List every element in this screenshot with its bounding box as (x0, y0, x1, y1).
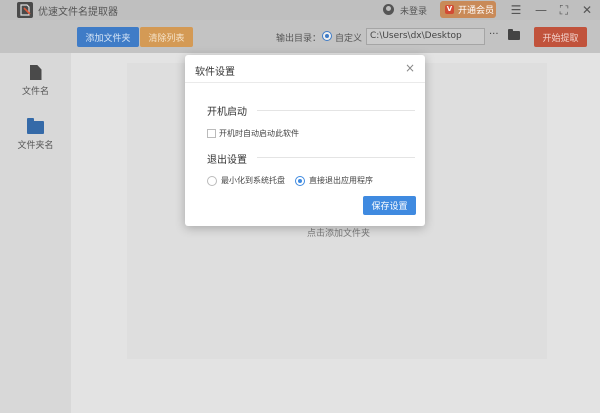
output-dir-label: 输出目录： (276, 34, 322, 44)
toolbar: 添加文件夹 清除列表 输出目录： 自定义 C:\Users\dx\Desktop… (0, 20, 600, 53)
exit-app-radio[interactable] (295, 176, 305, 186)
settings-dialog: 软件设置 × 开机启动 开机时自动启动此软件 退出设置 最小化到系统托盘 直接退… (185, 55, 425, 226)
exit-app-label[interactable]: 直接退出应用程序 (309, 175, 373, 186)
title-bar: 优速文件名提取器 未登录 V 开通会员 ☰ — ⛶ ✕ (0, 0, 600, 20)
custom-output-radio[interactable] (322, 31, 332, 41)
exit-section-title: 退出设置 (207, 155, 247, 166)
sidebar-item-filename[interactable]: 文件名 (0, 65, 71, 97)
close-icon[interactable]: ✕ (576, 0, 598, 20)
start-extract-button[interactable]: 开始提取 (534, 27, 587, 47)
dialog-title: 软件设置 (195, 67, 235, 78)
sidebar-item-label: 文件夹名 (17, 141, 54, 151)
vip-button[interactable]: V 开通会员 (440, 1, 496, 18)
minimize-icon[interactable]: — (530, 0, 552, 20)
vip-label: 开通会员 (458, 6, 495, 16)
user-icon[interactable] (383, 4, 394, 15)
app-title: 优速文件名提取器 (38, 7, 118, 18)
startup-checkbox-label[interactable]: 开机时自动启动此软件 (219, 128, 299, 139)
save-settings-button[interactable]: 保存设置 (363, 196, 416, 215)
sidebar-item-foldername[interactable]: 文件夹名 (0, 118, 71, 151)
app-logo-icon (17, 2, 33, 18)
browse-more-button[interactable]: ··· (489, 29, 499, 40)
close-icon[interactable]: × (405, 61, 415, 75)
open-folder-icon[interactable] (508, 29, 520, 40)
menu-icon[interactable]: ☰ (505, 0, 527, 20)
maximize-icon[interactable]: ⛶ (553, 0, 575, 20)
minimize-to-tray-label[interactable]: 最小化到系统托盘 (221, 175, 285, 186)
vip-icon: V (445, 5, 454, 14)
section-divider (257, 110, 415, 111)
sidebar-item-label: 文件名 (21, 87, 49, 97)
add-folder-button[interactable]: 添加文件夹 (77, 27, 139, 47)
app-window: 优速文件名提取器 未登录 V 开通会员 ☰ — ⛶ ✕ 添加文件夹 清除列表 输… (0, 0, 600, 413)
custom-output-label[interactable]: 自定义 (335, 31, 362, 44)
output-path-input[interactable]: C:\Users\dx\Desktop (366, 28, 485, 45)
file-icon (29, 65, 42, 80)
startup-checkbox[interactable] (207, 129, 216, 138)
sidebar: 文件名 文件夹名 (0, 53, 71, 413)
clear-list-button[interactable]: 清除列表 (140, 27, 193, 47)
folder-icon (27, 118, 44, 134)
drop-hint[interactable]: 点击添加文件夹 (307, 226, 370, 239)
login-status[interactable]: 未登录 (400, 4, 427, 17)
minimize-to-tray-radio[interactable] (207, 176, 217, 186)
dialog-header: 软件设置 × (185, 55, 425, 83)
startup-section-title: 开机启动 (207, 107, 247, 118)
section-divider (257, 157, 415, 158)
